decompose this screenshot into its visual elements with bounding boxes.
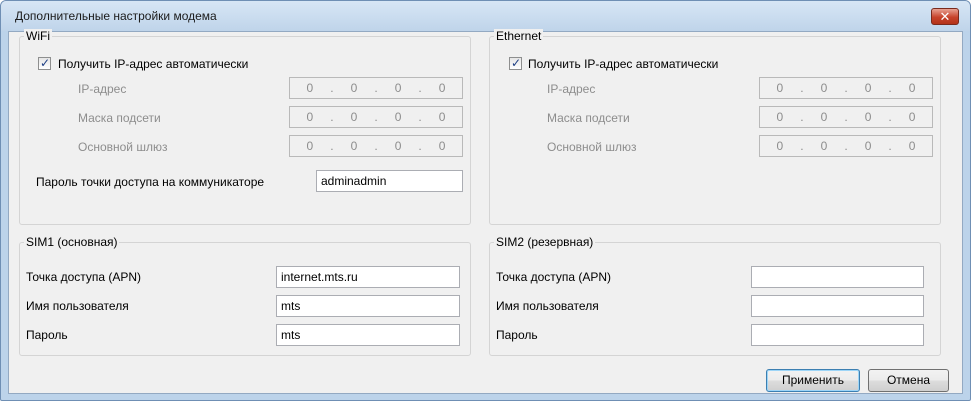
- apply-button[interactable]: Применить: [766, 369, 860, 392]
- ip-separator: .: [418, 139, 422, 153]
- ethernet-group: Ethernet ✓ Получить IP-адрес автоматичес…: [489, 29, 941, 225]
- ip-separator: .: [330, 139, 334, 153]
- ip-octet-1: 0: [306, 81, 314, 95]
- modem-settings-dialog: Дополнительные настройки модема ✕ WiFi ✓…: [0, 0, 971, 401]
- ip-separator: .: [800, 110, 804, 124]
- cancel-button[interactable]: Отмена: [868, 369, 949, 392]
- ip-octet-2: 0: [820, 81, 828, 95]
- ethernet-gateway-field: 0. 0. 0. 0: [759, 135, 933, 157]
- ethernet-auto-ip-checkbox[interactable]: ✓: [509, 56, 522, 70]
- ip-octet-4: 0: [908, 110, 916, 124]
- ip-octet-3: 0: [864, 139, 872, 153]
- sim2-apn-label: Точка доступа (APN): [496, 270, 612, 284]
- sim1-user-label: Имя пользователя: [26, 299, 129, 313]
- ip-octet-3: 0: [864, 81, 872, 95]
- ip-separator: .: [800, 81, 804, 95]
- ip-separator: .: [374, 81, 378, 95]
- wifi-ip-field: 0. 0. 0. 0: [289, 77, 463, 99]
- sim2-group: SIM2 (резервная) Точка доступа (APN) Имя…: [489, 235, 941, 356]
- close-button[interactable]: ✕: [931, 8, 959, 25]
- ip-separator: .: [888, 139, 892, 153]
- ethernet-gateway-label: Основной шлюз: [547, 140, 637, 154]
- ip-separator: .: [844, 81, 848, 95]
- ethernet-auto-ip-label[interactable]: Получить IP-адрес автоматически: [528, 57, 718, 71]
- ethernet-ip-field: 0. 0. 0. 0: [759, 77, 933, 99]
- ip-octet-2: 0: [350, 81, 358, 95]
- ip-separator: .: [800, 139, 804, 153]
- ip-octet-3: 0: [394, 81, 402, 95]
- wifi-gateway-field: 0. 0. 0. 0: [289, 135, 463, 157]
- sim1-apn-label: Точка доступа (APN): [26, 270, 142, 284]
- ip-octet-3: 0: [394, 139, 402, 153]
- wifi-gateway-label: Основной шлюз: [78, 140, 168, 154]
- ip-separator: .: [844, 110, 848, 124]
- ip-octet-2: 0: [820, 110, 828, 124]
- ip-octet-2: 0: [350, 110, 358, 124]
- wifi-group: WiFi ✓ Получить IP-адрес автоматически I…: [19, 29, 471, 225]
- sim1-password-label: Пароль: [26, 328, 68, 342]
- ip-octet-1: 0: [776, 139, 784, 153]
- sim2-user-label: Имя пользователя: [496, 299, 599, 313]
- wifi-ap-password-field[interactable]: adminadmin: [316, 170, 463, 192]
- wifi-group-title: WiFi: [24, 29, 52, 43]
- ip-separator: .: [888, 110, 892, 124]
- sim1-user-field[interactable]: mts: [276, 295, 460, 317]
- ip-octet-2: 0: [820, 139, 828, 153]
- ip-octet-1: 0: [306, 110, 314, 124]
- ip-octet-4: 0: [438, 81, 446, 95]
- sim1-group: SIM1 (основная) Точка доступа (APN) inte…: [19, 235, 471, 356]
- close-icon: ✕: [939, 9, 951, 24]
- checkmark-icon: ✓: [40, 56, 51, 70]
- sim1-group-title: SIM1 (основная): [24, 235, 120, 249]
- title-bar[interactable]: Дополнительные настройки модема ✕: [1, 1, 970, 31]
- ip-octet-1: 0: [776, 81, 784, 95]
- ip-separator: .: [418, 81, 422, 95]
- ethernet-ip-label: IP-адрес: [547, 82, 596, 96]
- ip-octet-1: 0: [306, 139, 314, 153]
- ethernet-mask-field: 0. 0. 0. 0: [759, 106, 933, 128]
- dialog-title: Дополнительные настройки модема: [15, 9, 217, 23]
- ip-octet-4: 0: [438, 139, 446, 153]
- ip-octet-4: 0: [908, 139, 916, 153]
- checkmark-icon: ✓: [511, 56, 522, 70]
- ip-octet-3: 0: [864, 110, 872, 124]
- ip-separator: .: [844, 139, 848, 153]
- sim1-password-field[interactable]: mts: [276, 324, 460, 346]
- dialog-body: WiFi ✓ Получить IP-адрес автоматически I…: [8, 29, 963, 394]
- ip-octet-4: 0: [908, 81, 916, 95]
- ip-octet-4: 0: [438, 110, 446, 124]
- wifi-auto-ip-checkbox[interactable]: ✓: [38, 56, 51, 70]
- ip-octet-3: 0: [394, 110, 402, 124]
- wifi-ap-password-label: Пароль точки доступа на коммуникаторе: [36, 175, 265, 189]
- ip-separator: .: [330, 81, 334, 95]
- ip-separator: .: [374, 139, 378, 153]
- wifi-mask-label: Маска подсети: [78, 111, 161, 125]
- ip-separator: .: [374, 110, 378, 124]
- sim2-group-title: SIM2 (резервная): [494, 235, 596, 249]
- ip-separator: .: [888, 81, 892, 95]
- wifi-mask-field: 0. 0. 0. 0: [289, 106, 463, 128]
- ip-separator: .: [330, 110, 334, 124]
- ip-octet-2: 0: [350, 139, 358, 153]
- sim2-apn-field[interactable]: [751, 266, 924, 288]
- ethernet-group-title: Ethernet: [494, 29, 544, 43]
- wifi-auto-ip-label[interactable]: Получить IP-адрес автоматически: [58, 57, 248, 71]
- ethernet-mask-label: Маска подсети: [547, 111, 630, 125]
- wifi-ip-label: IP-адрес: [78, 82, 127, 96]
- sim2-password-field[interactable]: [751, 324, 924, 346]
- sim2-user-field[interactable]: [751, 295, 924, 317]
- ip-separator: .: [418, 110, 422, 124]
- sim1-apn-field[interactable]: internet.mts.ru: [276, 266, 460, 288]
- sim2-password-label: Пароль: [496, 328, 538, 342]
- ip-octet-1: 0: [776, 110, 784, 124]
